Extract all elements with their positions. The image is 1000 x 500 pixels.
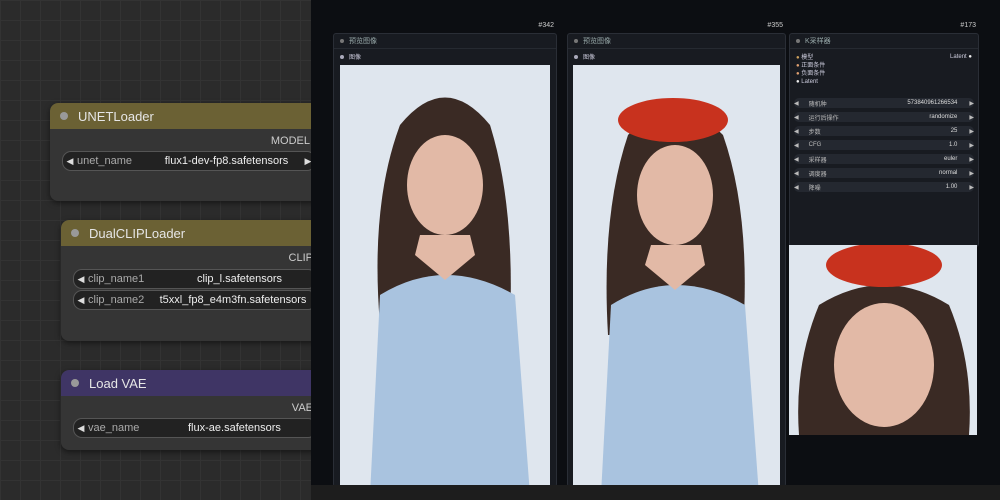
input-latent: ● Latent xyxy=(796,79,818,85)
unet-name-combo[interactable]: ◀ unet_name flux1-dev-fp8.safetensors ▶ xyxy=(62,151,316,171)
denoise-widget[interactable]: ◀ 降噪 1.00 ▶ xyxy=(794,182,974,192)
panel-title: 预览图像 xyxy=(349,38,377,45)
output-latent: Latent ● xyxy=(950,54,972,60)
node-id: #355 xyxy=(767,22,783,29)
dual-clip-loader-node[interactable]: DualCLIPLoader CLIP ◀ clip_name1 clip_l.… xyxy=(61,220,321,341)
node-title: Load VAE xyxy=(89,375,147,391)
scheduler-widget[interactable]: ◀ 调度器 normal ▶ xyxy=(794,168,974,178)
input-dot-icon xyxy=(340,54,344,59)
unet-loader-header[interactable]: UNETLoader xyxy=(50,103,320,129)
node-id: #173 xyxy=(960,22,976,29)
output-label-model: MODEL xyxy=(270,135,310,147)
widget-value: clip_l.safetensors xyxy=(197,273,282,285)
input-label: 图像 xyxy=(349,55,362,61)
preview-image-node-1[interactable]: #342 预览图像 图像 xyxy=(333,22,557,487)
zoomed-face-image xyxy=(789,245,977,435)
widget-value: flux-ae.safetensors xyxy=(188,422,281,434)
output-label-clip: CLIP xyxy=(288,252,313,264)
widget-value: flux1-dev-fp8.safetensors xyxy=(164,155,289,167)
input-dot-icon xyxy=(574,54,578,59)
sampler-widget[interactable]: ◀ 采样器 euler ▶ xyxy=(794,154,974,164)
cfg-widget[interactable]: ◀ CFG 1.0 ▶ xyxy=(794,140,974,150)
collapse-dot-icon[interactable] xyxy=(71,379,79,387)
seed-widget[interactable]: ◀ 随机种 573840961266534 ▶ xyxy=(794,98,974,108)
input-label: 图像 xyxy=(583,55,596,61)
node-title: DualCLIPLoader xyxy=(89,225,186,241)
arrow-left-icon[interactable]: ◀ xyxy=(74,423,88,434)
arrow-left-icon[interactable]: ◀ xyxy=(74,274,88,285)
ksampler-node[interactable]: #173 K采样器 ● 模型 ● 正面条件 ● 负面条件 ● Latent La… xyxy=(789,22,979,247)
widget-label: clip_name2 xyxy=(88,294,145,306)
widget-value: t5xxl_fp8_e4m3fn.safetensors xyxy=(159,294,307,306)
preview-screenshot-area: #342 预览图像 图像 #355 预览图像 图像 #173 K采样器 ● 模型 xyxy=(311,0,1000,487)
widget-label: clip_name1 xyxy=(88,273,145,285)
panel-title: K采样器 xyxy=(805,38,831,45)
arrow-left-icon[interactable]: ◀ xyxy=(74,295,88,306)
dual-clip-loader-header[interactable]: DualCLIPLoader xyxy=(61,220,321,246)
control-after-generate-widget[interactable]: ◀ 运行后操作 randomize ▶ xyxy=(794,112,974,122)
input-positive: ● 正面条件 xyxy=(796,63,826,69)
steps-widget[interactable]: ◀ 步数 25 ▶ xyxy=(794,126,974,136)
vae-name-combo[interactable]: ◀ vae_name flux-ae.safetensors xyxy=(73,418,317,438)
collapse-dot-icon[interactable] xyxy=(340,39,344,43)
node-title: UNETLoader xyxy=(78,108,154,124)
portrait-red-beret-image xyxy=(573,65,780,485)
widget-label: unet_name xyxy=(77,155,133,167)
collapse-dot-icon[interactable] xyxy=(71,229,79,237)
input-negative: ● 负面条件 xyxy=(796,71,826,77)
load-vae-header[interactable]: Load VAE xyxy=(61,370,321,396)
collapse-dot-icon[interactable] xyxy=(574,39,578,43)
clip-name1-combo[interactable]: ◀ clip_name1 clip_l.safetensors xyxy=(73,269,317,289)
portrait-image xyxy=(340,65,550,485)
output-label-vae: VAE xyxy=(291,402,313,414)
panel-title: 预览图像 xyxy=(583,38,611,45)
bottom-bar xyxy=(311,485,1000,500)
unet-loader-node[interactable]: UNETLoader MODEL ◀ unet_name flux1-dev-f… xyxy=(50,103,320,201)
load-vae-node[interactable]: Load VAE VAE ◀ vae_name flux-ae.safetens… xyxy=(61,370,321,450)
collapse-dot-icon[interactable] xyxy=(796,39,800,43)
clip-name2-combo[interactable]: ◀ clip_name2 t5xxl_fp8_e4m3fn.safetensor… xyxy=(73,290,317,310)
arrow-left-icon[interactable]: ◀ xyxy=(63,156,77,167)
node-id: #342 xyxy=(538,22,554,29)
widget-label: vae_name xyxy=(88,422,140,434)
preview-image-node-2[interactable]: #355 预览图像 图像 xyxy=(567,22,786,487)
input-model: ● 模型 xyxy=(796,55,814,61)
collapse-dot-icon[interactable] xyxy=(60,112,68,120)
